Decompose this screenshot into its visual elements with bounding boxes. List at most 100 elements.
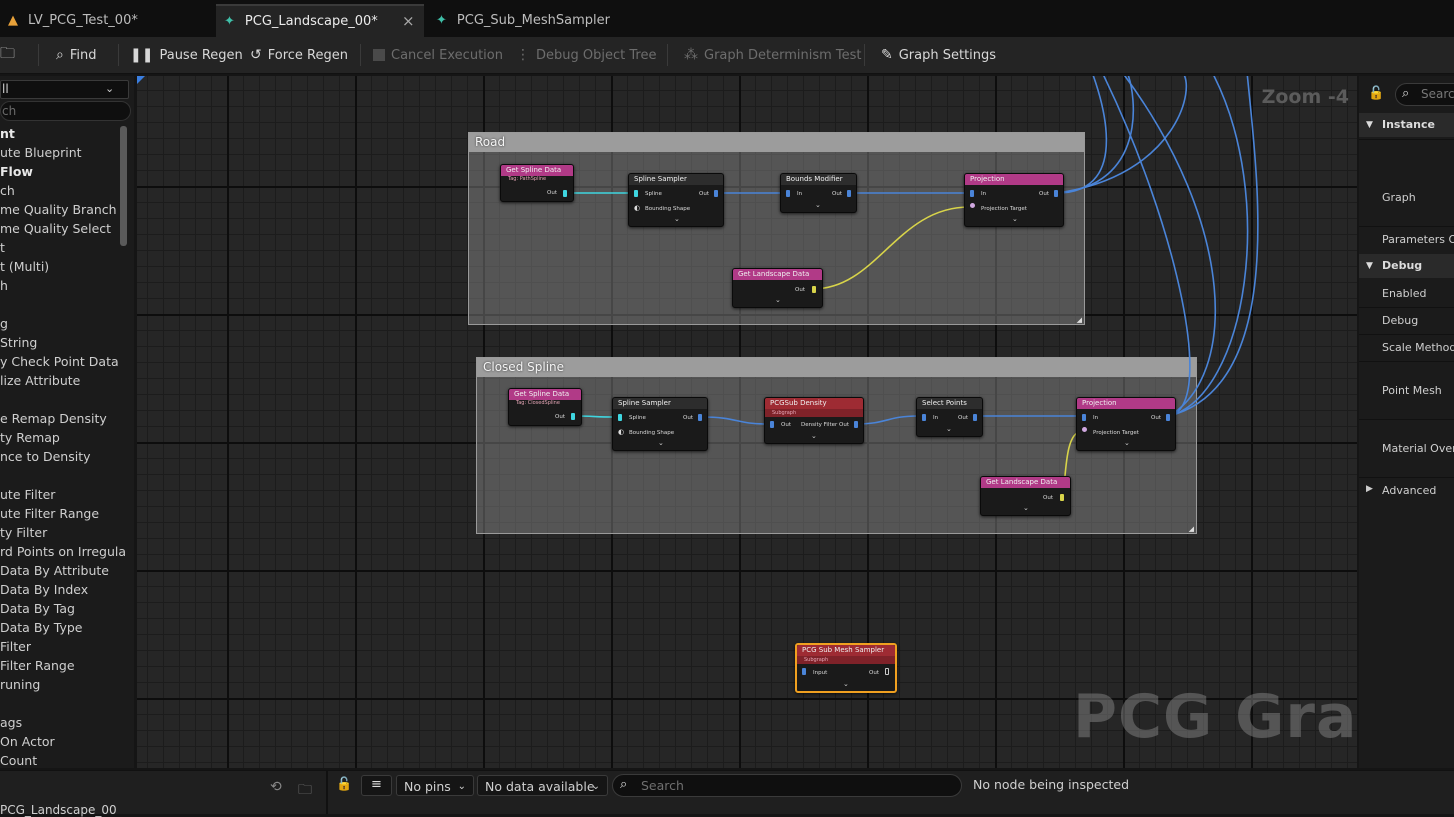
bounding-shape-pin-icon[interactable]: ◐ — [634, 204, 640, 212]
input-pin[interactable] — [802, 668, 806, 675]
data-dropdown[interactable]: No data available ⌄ — [477, 775, 608, 796]
palette-item[interactable]: e Remap Density — [0, 409, 107, 428]
palette-item[interactable]: g — [0, 314, 8, 333]
expand-chevron-icon[interactable]: ⌄ — [843, 680, 849, 688]
expand-chevron-icon[interactable]: ⌄ — [775, 296, 781, 304]
expand-chevron-icon[interactable]: ⌄ — [658, 439, 664, 447]
input-pin[interactable] — [618, 414, 622, 421]
palette-item[interactable]: me Quality Branch — [0, 200, 117, 219]
input-pin[interactable] — [1082, 414, 1086, 421]
output-pin[interactable] — [847, 190, 851, 197]
input-pin[interactable] — [970, 190, 974, 197]
node-get-landscape-data[interactable]: Get Landscape Data Out ⌄ — [980, 476, 1071, 516]
graph-canvas[interactable]: Zoom -4 PCG Graph Road ◢ Closed Spline ◢ — [137, 76, 1357, 768]
palette-item[interactable]: nce to Density — [0, 447, 91, 466]
expand-chevron-icon[interactable]: ⌄ — [1124, 439, 1130, 447]
input-pin[interactable] — [634, 190, 638, 197]
output-pin[interactable] — [854, 421, 858, 428]
pins-dropdown[interactable]: No pins ⌄ — [396, 775, 474, 796]
palette-item[interactable]: nt — [0, 124, 15, 143]
palette-item[interactable]: me Quality Select — [0, 219, 111, 238]
node-pcg-sub-mesh-sampler[interactable]: PCG Sub Mesh Sampler Subgraph Input Out … — [795, 643, 897, 693]
palette-item[interactable]: y Check Point Data — [0, 352, 119, 371]
palette-item[interactable]: ute Filter Range — [0, 504, 99, 523]
lock-icon[interactable]: 🔓 — [1368, 86, 1384, 101]
output-pin[interactable] — [571, 413, 575, 420]
palette-item[interactable]: Data By Index — [0, 580, 88, 599]
details-search-input[interactable]: ⌕ Search — [1395, 83, 1454, 106]
palette-item[interactable]: t (Multi) — [0, 257, 49, 276]
palette-item[interactable]: Flow — [0, 162, 33, 181]
palette-item[interactable]: On Actor — [0, 732, 55, 751]
expand-chevron-icon[interactable]: ⌄ — [946, 425, 952, 433]
palette-item[interactable]: Data By Attribute — [0, 561, 109, 580]
expand-chevron-icon[interactable]: ⌄ — [674, 215, 680, 223]
node-get-spline-data[interactable]: Get Spline Data Tag: PathSpline Out — [500, 164, 574, 202]
browse-button[interactable]: 🗀 — [0, 37, 15, 73]
debug-object-tree-button[interactable]: ⋮ Debug Object Tree — [516, 37, 656, 73]
graph-settings-button[interactable]: ✎ Graph Settings — [881, 37, 996, 73]
folder-icon[interactable]: 🗀 — [298, 779, 312, 803]
node-bounds-modifier[interactable]: Bounds Modifier In Out ⌄ — [780, 173, 857, 213]
palette-item[interactable]: t — [0, 238, 5, 257]
palette-item[interactable]: runing — [0, 675, 40, 694]
palette-filter-dropdown[interactable]: ll ⌄ — [0, 80, 129, 99]
palette-item[interactable]: ty Remap — [0, 428, 60, 447]
section-instance[interactable]: ▼ Instance — [1359, 113, 1454, 137]
cancel-execution-button[interactable]: Cancel Execution — [373, 37, 503, 73]
node-pcgsub-density[interactable]: PCGSub Density Subgraph Out Density Filt… — [764, 397, 864, 444]
close-tab-icon[interactable]: × — [402, 12, 415, 30]
output-pin[interactable] — [714, 190, 718, 197]
palette-item[interactable]: Data By Type — [0, 618, 82, 637]
output-pin[interactable] — [1060, 494, 1064, 501]
output-pin[interactable] — [563, 190, 567, 197]
node-get-spline-data[interactable]: Get Spline Data Tag: ClosedSpline Out — [508, 388, 582, 426]
palette-search-input[interactable]: ch — [0, 101, 131, 121]
palette-item[interactable]: ags — [0, 713, 22, 732]
output-pin[interactable] — [973, 414, 977, 421]
projection-target-pin[interactable] — [970, 203, 975, 208]
palette-item[interactable]: ute Filter — [0, 485, 55, 504]
palette-item[interactable]: ty Filter — [0, 523, 47, 542]
expand-chevron-icon[interactable]: ⌄ — [1023, 504, 1029, 512]
palette-item[interactable]: ch — [0, 181, 15, 200]
palette-item[interactable]: Filter — [0, 637, 31, 656]
palette-item[interactable]: rd Points on Irregula — [0, 542, 126, 561]
input-pin[interactable] — [922, 414, 926, 421]
filter-button[interactable]: ≡ — [361, 775, 392, 796]
expand-chevron-icon[interactable]: ⌄ — [1012, 215, 1018, 223]
palette-scrollbar[interactable] — [120, 126, 127, 246]
section-advanced[interactable]: ▶ Advanced — [1359, 479, 1454, 503]
graph-determinism-test-button[interactable]: ⁂ Graph Determinism Test — [684, 37, 862, 73]
inspect-search-input[interactable]: ⌕ Search — [612, 774, 962, 797]
projection-target-pin[interactable] — [1082, 427, 1087, 432]
sync-icon[interactable]: ⟲ — [270, 779, 282, 795]
palette-item[interactable]: String — [0, 333, 37, 352]
tab-pcg-landscape[interactable]: ✦ PCG_Landscape_00* × — [216, 4, 424, 37]
input-pin[interactable] — [770, 421, 774, 428]
palette-item[interactable]: ute Blueprint — [0, 143, 82, 162]
find-button[interactable]: ⌕ Find — [56, 37, 96, 73]
node-select-points[interactable]: Select Points In Out ⌄ — [916, 397, 983, 437]
pause-regen-button[interactable]: ❚❚ Pause Regen — [130, 37, 243, 73]
tab-level[interactable]: ▲ LV_PCG_Test_00* — [0, 4, 214, 37]
input-pin[interactable] — [786, 190, 790, 197]
node-spline-sampler[interactable]: Spline Sampler Spline Out ◐ Bounding Sha… — [628, 173, 724, 227]
node-spline-sampler[interactable]: Spline Sampler Spline Out ◐ Bounding Sha… — [612, 397, 708, 451]
node-projection[interactable]: Projection In Out Projection Target ⌄ — [1076, 397, 1176, 451]
palette-item[interactable]: h — [0, 276, 8, 295]
expand-chevron-icon[interactable]: ⌄ — [811, 432, 817, 440]
expand-chevron-icon[interactable]: ⌄ — [815, 201, 821, 209]
output-pin[interactable] — [1054, 190, 1058, 197]
output-pin[interactable] — [885, 668, 889, 675]
section-debug[interactable]: ▼ Debug — [1359, 254, 1454, 278]
output-pin[interactable] — [698, 414, 702, 421]
bounding-shape-pin-icon[interactable]: ◐ — [618, 428, 624, 436]
output-pin[interactable] — [1166, 414, 1170, 421]
force-regen-button[interactable]: ↺ Force Regen — [250, 37, 348, 73]
palette-item[interactable]: lize Attribute — [0, 371, 80, 390]
tab-pcg-sub-mesh-sampler[interactable]: ✦ PCG_Sub_MeshSampler — [428, 4, 628, 37]
lock-icon[interactable]: 🔓 — [336, 777, 352, 792]
palette-item[interactable]: Count — [0, 751, 37, 768]
output-pin[interactable] — [812, 286, 816, 293]
